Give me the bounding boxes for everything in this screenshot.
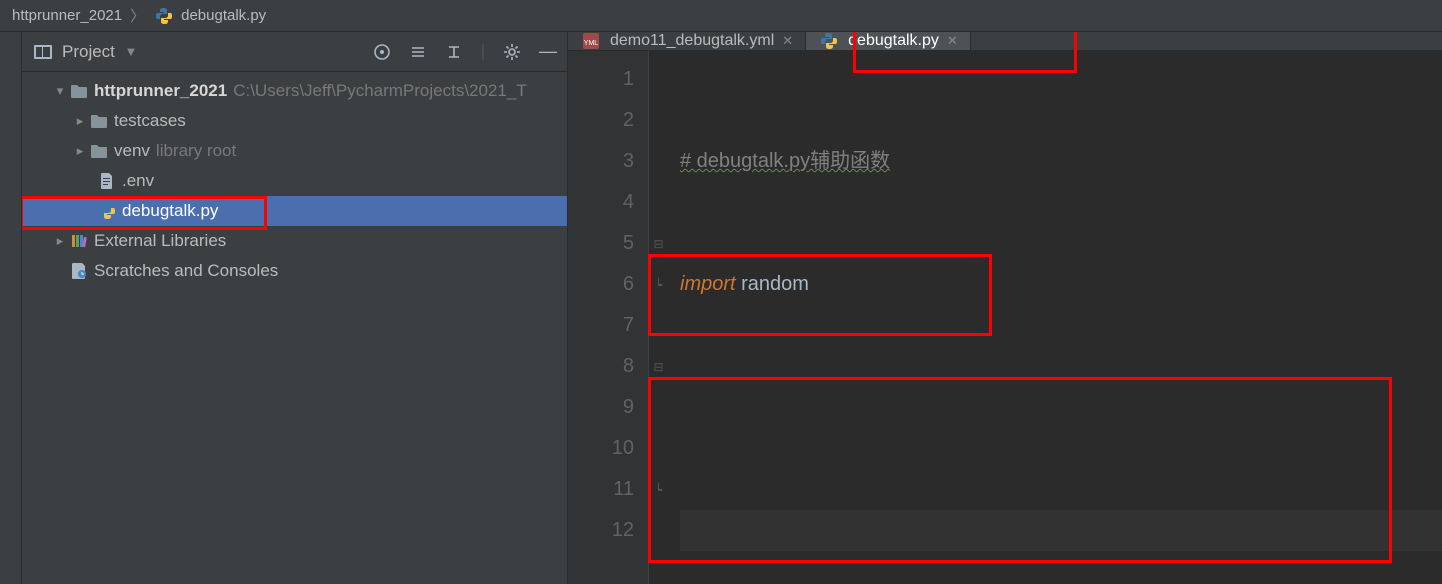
line-number: 11 <box>568 469 634 510</box>
tree-item-external-libs[interactable]: ▸ External Libraries <box>22 226 567 256</box>
chevron-right-icon[interactable]: ▸ <box>72 113 88 129</box>
svg-text:YML: YML <box>584 40 599 47</box>
tree-item-scratches[interactable]: ▸ Scratches and Consoles <box>22 256 567 286</box>
breadcrumb: httprunner_2021 〉 debugtalk.py <box>0 0 1442 32</box>
tab-label: demo11_debugtalk.yml <box>610 32 774 50</box>
scratches-icon <box>68 263 90 279</box>
fold-end-icon[interactable]: ┕ <box>649 469 668 510</box>
tree-item-note: library root <box>156 141 236 161</box>
line-number: 2 <box>568 100 634 141</box>
tree-root[interactable]: ▾ httprunner_2021 C:\Users\Jeff\PycharmP… <box>22 76 567 106</box>
tree-item-label: venv <box>114 141 150 161</box>
target-icon[interactable] <box>373 43 391 61</box>
line-number: 4 <box>568 182 634 223</box>
tree-root-name: httprunner_2021 <box>94 81 227 101</box>
gear-icon[interactable] <box>503 43 521 61</box>
line-number: 3 <box>568 141 634 182</box>
line-number: 7 <box>568 305 634 346</box>
python-file-icon <box>96 203 118 219</box>
tree-item-label: debugtalk.py <box>122 201 218 221</box>
tree-item-debugtalk[interactable]: debugtalk.py <box>22 196 567 226</box>
close-icon[interactable]: ✕ <box>782 33 793 49</box>
tree-item-venv[interactable]: ▸ venv library root <box>22 136 567 166</box>
folder-icon <box>68 85 90 98</box>
project-pane: Project ▼ | — ▾ httprunner_2021 C:\Users… <box>22 32 568 584</box>
code-comment: # debugtalk.py辅助函数 <box>680 150 890 172</box>
fold-end-icon[interactable]: ┕ <box>649 264 668 305</box>
line-number-gutter: 1 2 3 4 5 6 7 8 9 10 11 12 <box>568 51 648 584</box>
python-file-icon <box>153 8 175 24</box>
code-content[interactable]: # debugtalk.py辅助函数 import random def get… <box>668 51 1442 584</box>
line-number: 5 <box>568 223 634 264</box>
tool-window-stripe[interactable] <box>0 32 22 584</box>
hide-icon[interactable]: — <box>539 41 557 62</box>
code-editor[interactable]: 1 2 3 4 5 6 7 8 9 10 11 12 ⊟ ┕ ⊟ ┕ <box>568 51 1442 584</box>
tree-item-env[interactable]: .env <box>22 166 567 196</box>
close-icon[interactable]: ✕ <box>947 33 958 49</box>
tree-item-label: .env <box>122 171 154 191</box>
file-icon <box>96 173 118 189</box>
line-number: 12 <box>568 510 634 551</box>
code-keyword: import <box>680 273 736 295</box>
tree-item-label: Scratches and Consoles <box>94 261 278 281</box>
fold-gutter: ⊟ ┕ ⊟ ┕ <box>648 51 668 584</box>
breadcrumb-file[interactable]: debugtalk.py <box>149 7 270 24</box>
chevron-right-icon[interactable]: ▸ <box>72 143 88 159</box>
project-tree[interactable]: ▾ httprunner_2021 C:\Users\Jeff\PycharmP… <box>22 72 567 584</box>
tab-demo11[interactable]: YML demo11_debugtalk.yml ✕ <box>568 32 806 50</box>
expand-all-icon[interactable] <box>409 43 427 61</box>
tree-root-path: C:\Users\Jeff\PycharmProjects\2021_T <box>233 81 527 101</box>
tree-item-testcases[interactable]: ▸ testcases <box>22 106 567 136</box>
project-pane-title[interactable]: Project <box>62 42 115 62</box>
line-number: 8 <box>568 346 634 387</box>
python-file-icon <box>818 33 840 49</box>
breadcrumb-project-label: httprunner_2021 <box>12 7 122 24</box>
tree-item-label: testcases <box>114 111 186 131</box>
chevron-right-icon[interactable]: ▸ <box>52 233 68 249</box>
main-area: Project ▼ | — ▾ httprunner_2021 C:\Users… <box>0 32 1442 584</box>
tree-item-label: External Libraries <box>94 231 226 251</box>
project-pane-header: Project ▼ | — <box>22 32 567 72</box>
editor-tabs: YML demo11_debugtalk.yml ✕ debugtalk.py … <box>568 32 1442 51</box>
line-number: 1 <box>568 59 634 100</box>
line-number: 6 <box>568 264 634 305</box>
line-number: 9 <box>568 387 634 428</box>
library-icon <box>68 234 90 248</box>
yaml-file-icon: YML <box>580 33 602 49</box>
project-dropdown-icon[interactable]: ▼ <box>123 44 139 59</box>
folder-icon <box>88 145 110 158</box>
code-ident: random <box>736 273 809 295</box>
folder-icon <box>88 115 110 128</box>
editor-area: YML demo11_debugtalk.yml ✕ debugtalk.py … <box>568 32 1442 584</box>
breadcrumb-file-label: debugtalk.py <box>181 7 266 24</box>
project-icon <box>32 45 54 59</box>
tab-label: debugtalk.py <box>848 32 939 50</box>
breadcrumb-project[interactable]: httprunner_2021 <box>8 7 126 24</box>
fold-icon[interactable]: ⊟ <box>649 223 668 264</box>
line-number: 10 <box>568 428 634 469</box>
collapse-all-icon[interactable] <box>445 43 463 61</box>
tab-debugtalk[interactable]: debugtalk.py ✕ <box>806 32 971 50</box>
fold-icon[interactable]: ⊟ <box>649 346 668 387</box>
breadcrumb-separator: 〉 <box>130 5 145 26</box>
chevron-down-icon[interactable]: ▾ <box>52 83 68 99</box>
